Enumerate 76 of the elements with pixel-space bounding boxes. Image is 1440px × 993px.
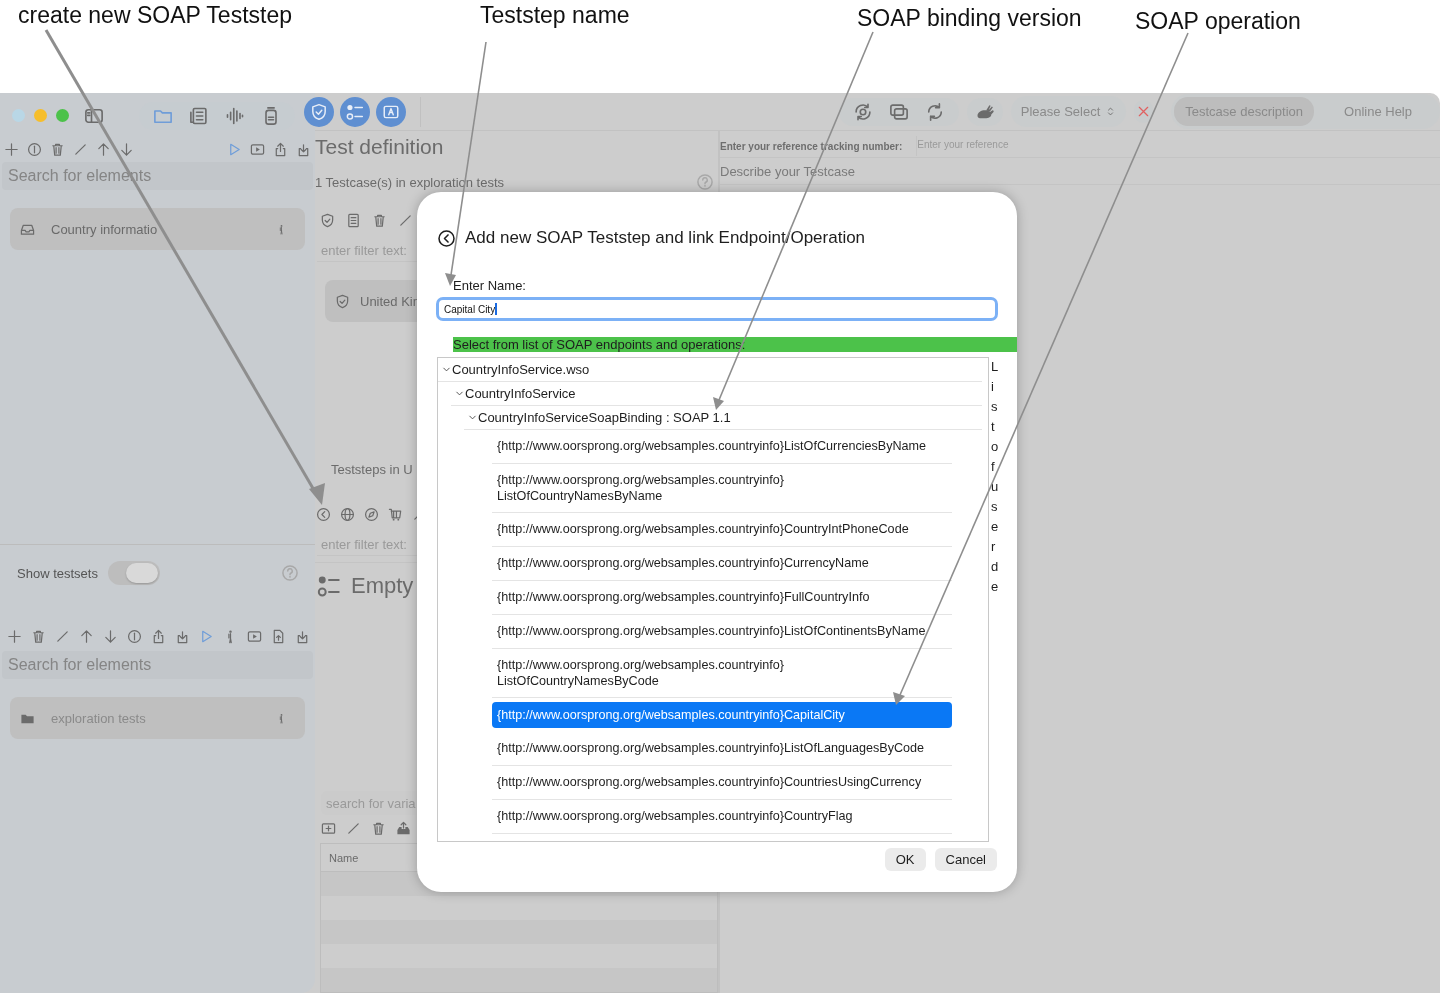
waveform-icon[interactable] — [225, 105, 245, 126]
pencil-icon[interactable] — [346, 820, 361, 836]
arrow-down-icon[interactable] — [119, 141, 134, 157]
list-check-button[interactable] — [340, 96, 370, 127]
annotation-label: create new SOAP Teststep — [18, 2, 293, 29]
pencil-icon[interactable] — [55, 628, 70, 644]
operation-item[interactable]: {http://www.oorsprong.org/websamples.countryinfo}FullCountryInfo — [492, 581, 952, 615]
info-icon[interactable] — [127, 628, 142, 644]
empty-label: Empty — [351, 573, 414, 599]
operation-item[interactable]: {http://www.oorsprong.org/websamples.countryinfo}CountryIntPhoneCode — [492, 513, 952, 547]
operation-item[interactable]: {http://www.oorsprong.org/websamples.countryinfo}ListOfLanguagesByCode — [492, 732, 952, 766]
testcase-count: 1 Testcase(s) in exploration tests — [315, 174, 505, 190]
list-label: Select from list of SOAP endpoints and operations: — [453, 337, 1017, 352]
info-icon[interactable] — [27, 141, 42, 157]
operation-item[interactable]: {http://www.oorsprong.org/websamples.countryinfo}ListOfCurrenciesByName — [492, 430, 952, 464]
tree-item[interactable]: CountryInfoService.wso — [452, 362, 590, 377]
share-icon[interactable] — [273, 141, 288, 157]
plus-icon[interactable] — [4, 141, 19, 157]
arrow-down-icon[interactable] — [103, 628, 118, 644]
pencil-icon[interactable] — [73, 141, 88, 157]
reference-label: Enter your reference tracking number: — [720, 140, 903, 152]
globe-icon[interactable] — [340, 506, 355, 522]
cart-icon[interactable] — [388, 506, 403, 522]
annotation-label: SOAP binding version — [857, 5, 1082, 32]
download-icon[interactable] — [175, 628, 190, 644]
play-icon[interactable] — [199, 628, 214, 644]
plus-square-icon[interactable] — [321, 820, 336, 836]
operation-item[interactable]: {http://www.oorsprong.org/websamples.countryinfo}CountriesUsingCurrency — [492, 766, 952, 800]
shield-icon — [335, 293, 350, 309]
document-icon[interactable] — [271, 628, 286, 644]
side-label: Listofuserde — [991, 358, 1000, 597]
cancel-button[interactable]: Cancel — [934, 848, 997, 871]
download-icon[interactable] — [295, 628, 310, 644]
arrow-up-icon[interactable] — [96, 141, 111, 157]
checklist-icon — [317, 574, 341, 598]
tree-item[interactable]: CountryInfoServiceSoapBinding : SOAP 1.1 — [478, 410, 731, 425]
column-header: Name — [329, 851, 359, 864]
shield-button[interactable] — [304, 96, 334, 127]
arrow-up-icon[interactable] — [79, 628, 94, 644]
toggle-label: Show testsets — [17, 565, 98, 581]
upload-tray-icon[interactable] — [396, 820, 411, 836]
download-icon[interactable] — [296, 141, 311, 157]
trash-icon[interactable] — [50, 141, 65, 157]
list-document-icon[interactable] — [346, 212, 361, 228]
framed-square-button[interactable] — [376, 96, 406, 127]
trash-icon[interactable] — [371, 820, 386, 836]
operation-item[interactable]: {http://www.oorsprong.org/websamples.countryinfo}CurrencyName — [492, 547, 952, 581]
section-title: Test definition — [315, 135, 445, 160]
plus-icon[interactable] — [7, 628, 22, 644]
name-field[interactable]: Capital City — [436, 297, 998, 321]
shield-icon — [310, 102, 328, 121]
windows-icon[interactable] — [888, 101, 909, 122]
video-icon[interactable] — [250, 141, 265, 157]
trash-icon[interactable] — [372, 212, 387, 228]
annotation-label: SOAP operation — [1135, 8, 1301, 35]
back-icon[interactable] — [437, 228, 456, 248]
tree-item[interactable]: CountryInfoService — [465, 386, 576, 401]
shield-icon[interactable] — [320, 212, 335, 228]
compass-icon[interactable] — [364, 506, 379, 522]
video-icon[interactable] — [247, 628, 262, 644]
gear-arrows-icon[interactable] — [852, 101, 873, 122]
newspaper-icon[interactable] — [189, 105, 209, 126]
list-check-icon — [346, 102, 364, 121]
operation-item[interactable]: {http://www.oorsprong.org/websamples.countryinfo}ListOfContinentsByName — [492, 615, 952, 649]
ok-button[interactable]: OK — [884, 848, 926, 871]
pencil-icon[interactable] — [398, 212, 413, 228]
trash-icon[interactable] — [31, 628, 46, 644]
teststeps-heading: Teststeps in U — [330, 462, 414, 477]
dialog-title: Add new SOAP Teststep and link Endpoint/Operation — [465, 228, 866, 248]
annotation-label: Teststep name — [480, 2, 630, 29]
operation-item[interactable]: {http://www.oorsprong.org/websamples.countryinfo} ListOfCountryNamesByName — [492, 464, 952, 513]
operation-item[interactable]: {http://www.oorsprong.org/websamples.countryinfo}CountryFlag — [492, 800, 952, 834]
toggle-switch[interactable] — [107, 561, 160, 585]
operation-item[interactable]: {http://www.oorsprong.org/websamples.countryinfo}CapitalCity — [492, 702, 952, 728]
play-icon[interactable] — [227, 141, 242, 157]
share-icon[interactable] — [151, 628, 166, 644]
